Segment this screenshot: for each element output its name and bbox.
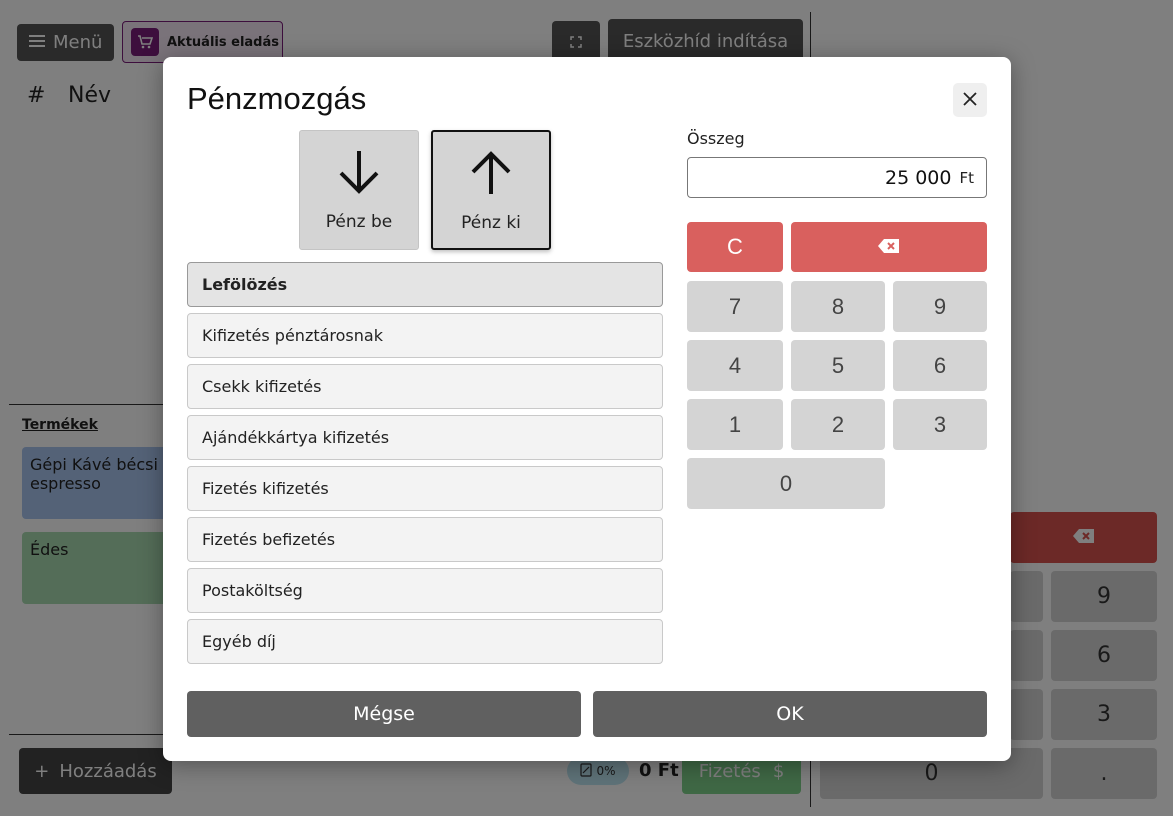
key-8[interactable]: 8: [791, 281, 885, 332]
close-icon: [963, 91, 977, 110]
key-3[interactable]: 3: [893, 399, 987, 450]
category-item-cashier-payout[interactable]: Kifizetés pénztárosnak: [187, 313, 663, 358]
key-0[interactable]: 0: [687, 458, 885, 509]
clear-key[interactable]: C: [687, 222, 783, 272]
cash-movement-dialog: Pénzmozgás Pénz be Pénz ki Lefölözés Kif…: [163, 57, 1011, 761]
key-9[interactable]: 9: [893, 281, 987, 332]
category-item-cheque-payout[interactable]: Csekk kifizetés: [187, 364, 663, 409]
key-7[interactable]: 7: [687, 281, 783, 332]
cash-out-button[interactable]: Pénz ki: [431, 130, 551, 250]
key-5[interactable]: 5: [791, 340, 885, 391]
category-item-other-fee[interactable]: Egyéb díj: [187, 619, 663, 664]
amount-value: 25 000: [885, 166, 952, 189]
key-6[interactable]: 6: [893, 340, 987, 391]
currency-label: Ft: [959, 168, 974, 187]
category-item-salary-deposit[interactable]: Fizetés befizetés: [187, 517, 663, 562]
amount-label: Összeg: [687, 129, 745, 148]
category-item-skimming[interactable]: Lefölözés: [187, 262, 663, 307]
backspace-key[interactable]: [791, 222, 987, 272]
arrow-up-icon: [469, 150, 513, 201]
arrow-down-icon: [337, 149, 381, 200]
cash-in-label: Pénz be: [325, 212, 393, 232]
ok-button[interactable]: OK: [593, 691, 987, 737]
close-button[interactable]: [953, 83, 987, 117]
category-item-giftcard-payout[interactable]: Ajándékkártya kifizetés: [187, 415, 663, 460]
cancel-button[interactable]: Mégse: [187, 691, 581, 737]
cash-in-button[interactable]: Pénz be: [299, 130, 419, 250]
category-item-salary-payout[interactable]: Fizetés kifizetés: [187, 466, 663, 511]
category-item-postage[interactable]: Postaköltség: [187, 568, 663, 613]
key-2[interactable]: 2: [791, 399, 885, 450]
cash-out-label: Pénz ki: [461, 213, 521, 233]
key-4[interactable]: 4: [687, 340, 783, 391]
key-1[interactable]: 1: [687, 399, 783, 450]
dialog-title: Pénzmozgás: [187, 81, 367, 116]
backspace-icon: [878, 234, 900, 260]
amount-field[interactable]: 25 000 Ft: [687, 157, 987, 198]
